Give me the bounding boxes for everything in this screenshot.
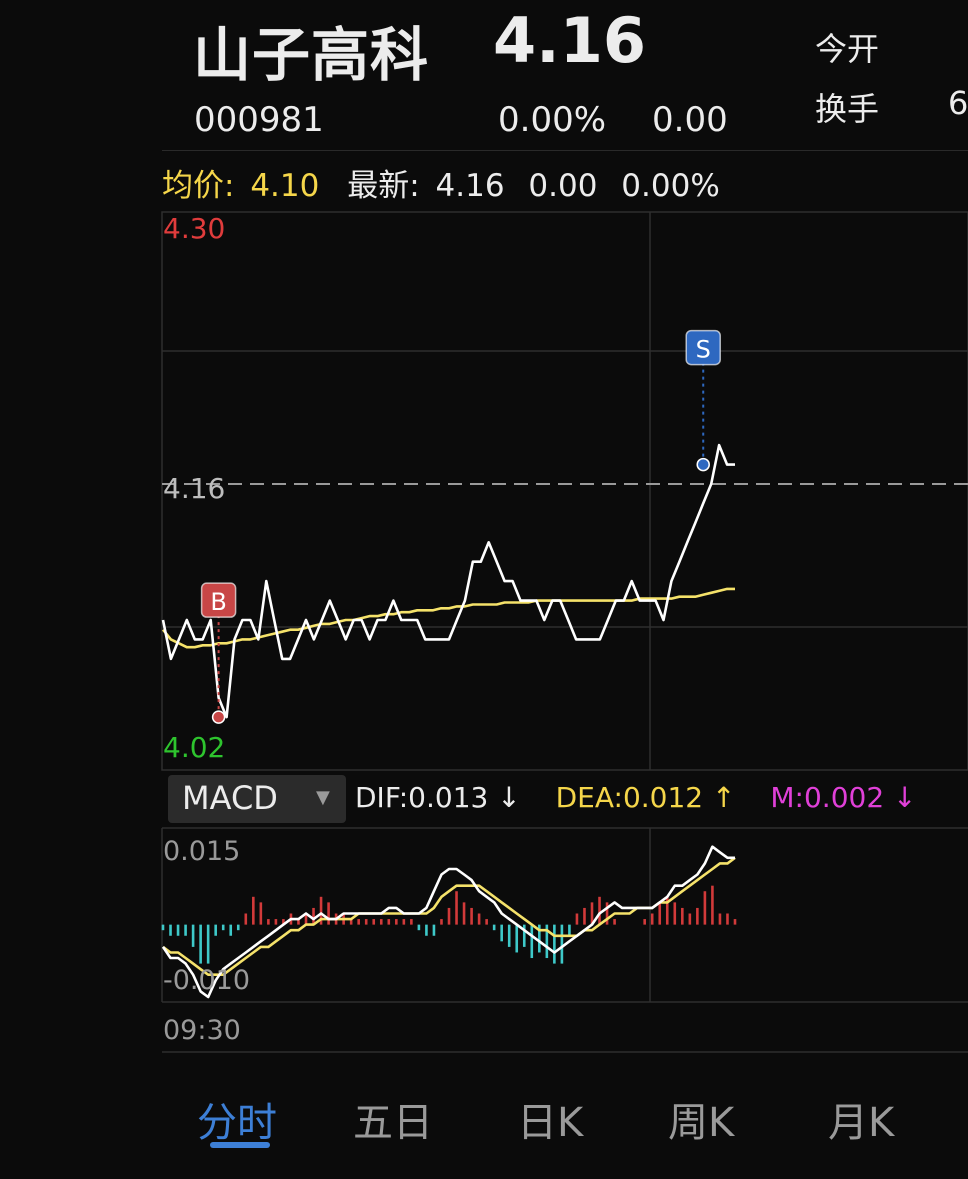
tab-intraday[interactable]: 分时 <box>197 1090 277 1148</box>
turnover-value: 6 <box>948 84 968 122</box>
macd-values: DIF:0.013 ↓ DEA:0.012 ↑ M:0.002 ↓ <box>355 781 917 814</box>
change-percent: 0.00% <box>498 100 607 140</box>
chevron-down-icon: ▼ <box>316 787 330 808</box>
tab-daily-k[interactable]: 日K <box>517 1090 583 1148</box>
buy-marker-label: B <box>210 588 226 616</box>
avg-value: 4.10 <box>250 168 320 204</box>
price-axis-low: 4.02 <box>163 731 225 764</box>
header-divider <box>162 150 968 151</box>
macd-chart[interactable]: 0.015 -0.010 09:30 <box>0 825 968 1060</box>
change-amount: 0.00 <box>652 100 728 140</box>
buy-marker-dot <box>211 710 226 724</box>
turnover-label: 换手 <box>815 90 880 128</box>
macd-m: M:0.002 ↓ <box>770 781 917 814</box>
active-tab-indicator <box>210 1142 270 1148</box>
indicator-selector[interactable]: MACD ▼ <box>168 775 346 823</box>
stock-code: 000981 <box>194 100 324 140</box>
price-line <box>161 443 735 719</box>
price-frame <box>161 211 968 771</box>
macd-axis-bottom: -0.010 <box>163 965 250 996</box>
tab-five-day[interactable]: 五日 <box>353 1090 433 1148</box>
tab-weekly-k[interactable]: 周K <box>668 1090 734 1148</box>
intraday-price-chart[interactable]: B S 4.30 4.16 4.02 <box>0 200 968 772</box>
sell-marker-dot <box>696 457 710 472</box>
latest-value: 4.16 <box>435 168 505 204</box>
latest-change: 0.00 <box>528 168 598 204</box>
avg-label: 均价: <box>162 168 235 204</box>
sell-marker-label: S <box>696 336 711 364</box>
macd-dif: DIF:0.013 ↓ <box>355 781 521 814</box>
price-axis-high: 4.30 <box>163 212 225 245</box>
latest-percent: 0.00% <box>621 168 720 204</box>
period-tabs: 分时 五日 日K 周K 月K <box>0 1090 968 1150</box>
macd-axis-top: 0.015 <box>163 836 240 867</box>
macd-dea: DEA:0.012 ↑ <box>555 781 736 814</box>
price-info-bar: 均价: 4.10 最新: 4.16 0.00 0.00% <box>162 160 720 205</box>
stock-name: 山子高科 <box>193 21 430 89</box>
tab-monthly-k[interactable]: 月K <box>828 1090 894 1148</box>
indicator-name: MACD <box>182 779 278 817</box>
time-axis-start: 09:30 <box>163 1015 241 1046</box>
stock-price: 4.16 <box>493 4 646 77</box>
price-axis-current: 4.16 <box>163 472 225 505</box>
latest-label: 最新: <box>347 168 420 204</box>
open-label: 今开 <box>815 30 880 68</box>
